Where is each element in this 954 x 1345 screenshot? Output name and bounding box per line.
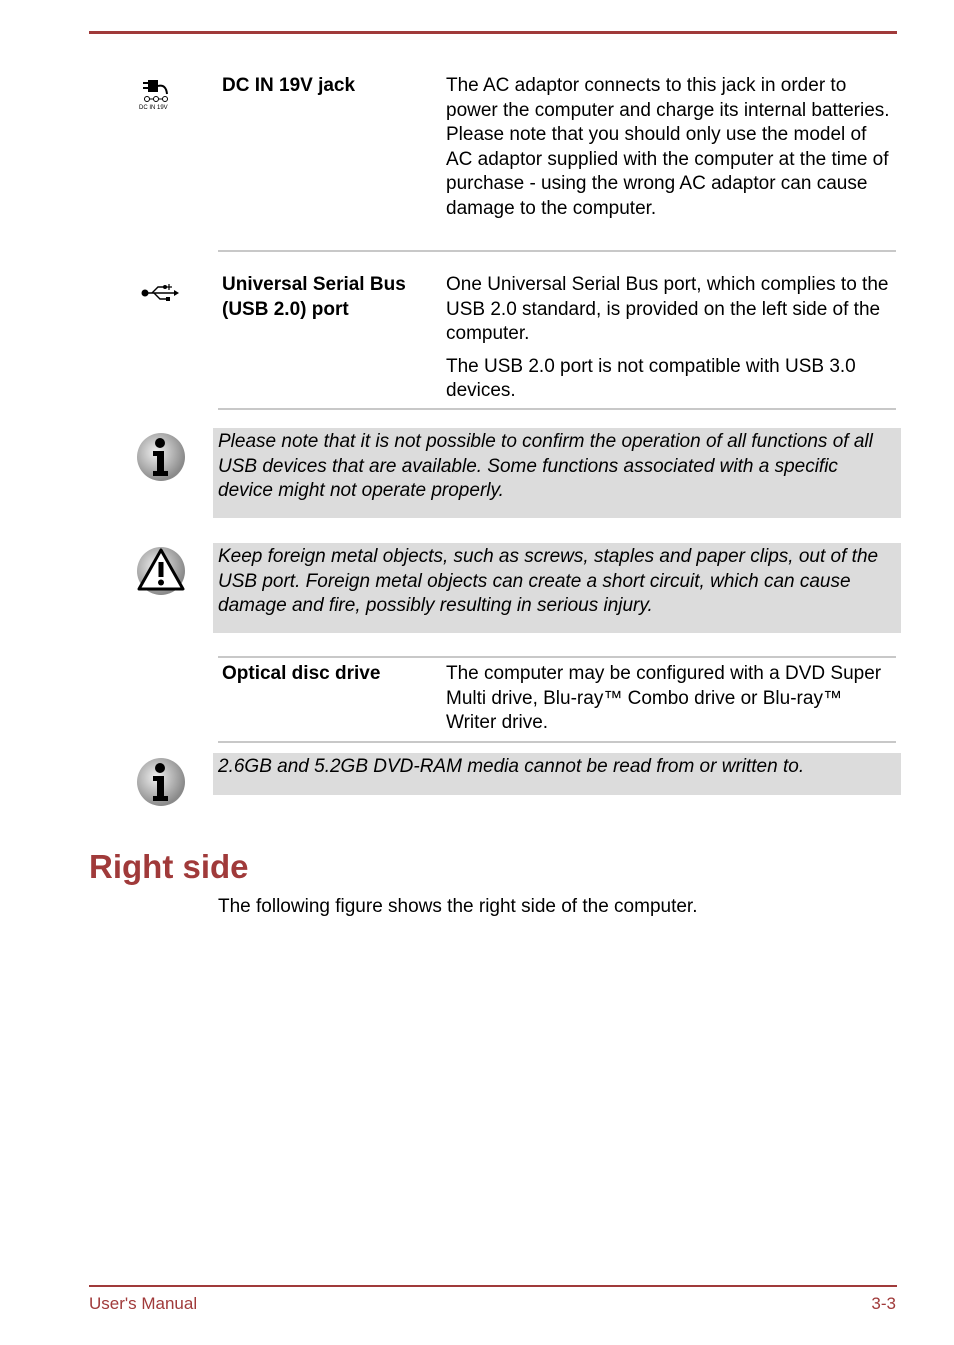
- row-desc-paragraph: One Universal Serial Bus port, which com…: [446, 274, 889, 344]
- section-paragraph: The following figure shows the right sid…: [218, 896, 698, 917]
- section-heading: Right side: [89, 848, 249, 885]
- row-divider: [218, 656, 896, 658]
- warning-icon: [136, 546, 186, 596]
- row-desc: The AC adaptor connects to this jack in …: [446, 74, 896, 229]
- row-term: Optical disc drive: [222, 663, 381, 684]
- dc-in-caption: DC IN 19V: [139, 105, 168, 111]
- row-desc-paragraph: The AC adaptor connects to this jack in …: [446, 75, 890, 219]
- note-info-usb: Please note that it is not possible to c…: [213, 428, 901, 518]
- header-rule: [89, 31, 897, 34]
- note-warning-metal: Keep foreign metal objects, such as scre…: [213, 543, 901, 633]
- row-desc-paragraph: The USB 2.0 port is not compatible with …: [446, 355, 856, 402]
- usb-icon: [140, 282, 180, 304]
- row-desc: The computer may be configured with a DV…: [446, 662, 896, 744]
- note-info-dvdram: 2.6GB and 5.2GB DVD-RAM media cannot be …: [213, 753, 901, 795]
- row-term: Universal Serial Bus (USB 2.0) port: [222, 274, 406, 320]
- row-desc-paragraph: The computer may be configured with a DV…: [446, 663, 882, 733]
- row-desc: One Universal Serial Bus port, which com…: [446, 273, 896, 412]
- row-divider: [218, 408, 896, 410]
- info-icon: [136, 757, 186, 807]
- row-divider: [218, 250, 896, 252]
- dc-in-jack-icon: DC IN 19V: [138, 76, 178, 112]
- row-divider: [218, 741, 896, 743]
- footer-manual-title: User's Manual: [89, 1294, 198, 1313]
- footer-rule: [89, 1285, 897, 1287]
- row-term: DC IN 19V jack: [222, 75, 356, 96]
- info-icon: [136, 432, 186, 482]
- page-number: 3-3: [871, 1294, 896, 1313]
